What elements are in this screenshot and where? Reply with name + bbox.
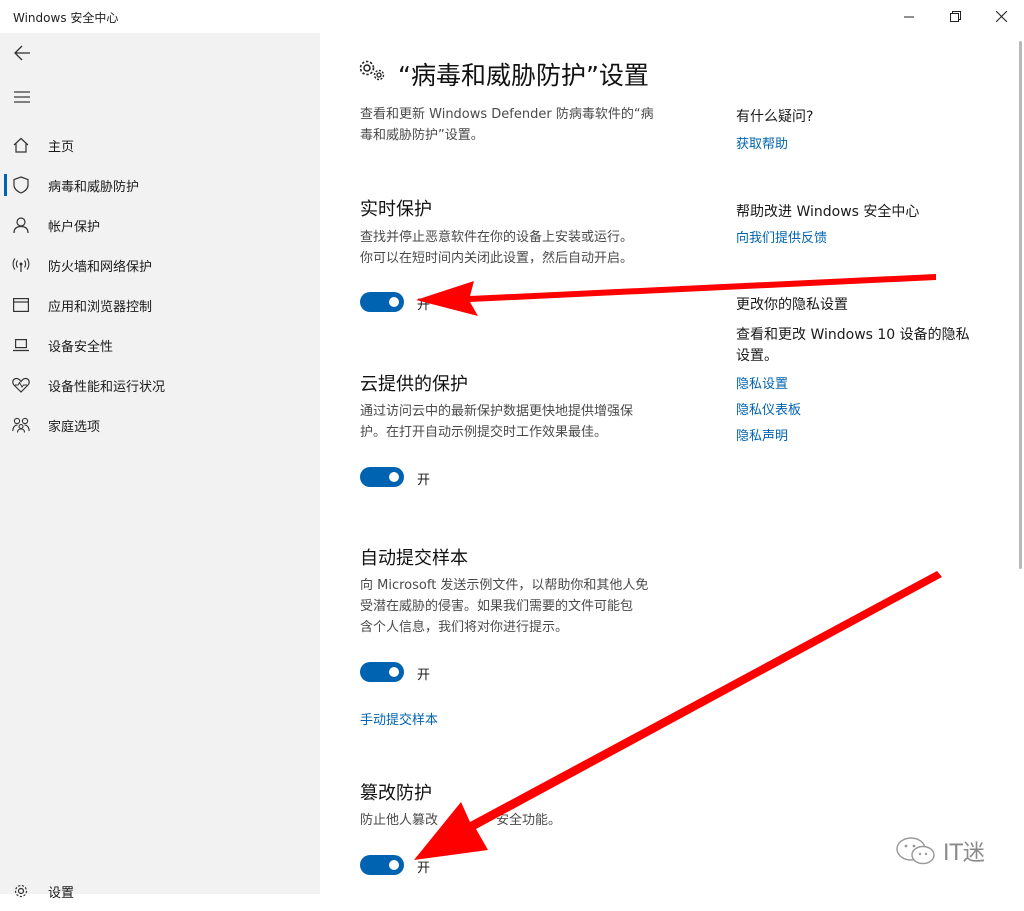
back-button[interactable] — [8, 41, 36, 65]
shield-icon — [12, 176, 30, 194]
sidebar-item-family-options[interactable]: 家庭选项 — [0, 405, 320, 445]
privacy-description: 查看和更改 Windows 10 设备的隐私 设置。 — [736, 325, 970, 367]
sample-submission-description: 向 Microsoft 发送示例文件，以帮助你和其他人免 受潜在威胁的侵害。如果… — [360, 575, 648, 638]
description-text: 安全功能。 — [496, 813, 562, 828]
privacy-statement-link[interactable]: 隐私声明 — [736, 425, 788, 444]
sidebar-item-label: 设备性能和运行状况 — [48, 380, 166, 395]
toggle-state-label: 开 — [417, 473, 431, 488]
tamper-protection-title: 篡改防护 — [360, 783, 432, 804]
sidebar-item-settings[interactable]: 设置 — [0, 871, 320, 911]
heart-icon — [12, 376, 30, 394]
privacy-settings-link[interactable]: 隐私设置 — [736, 373, 788, 392]
wechat-logo-icon — [896, 837, 935, 865]
help-heading: 有什么疑问? — [736, 109, 814, 125]
tamper-protection-description: 防止他人篡改 安全功能。 — [360, 810, 561, 831]
description-line: 含个人信息，我们将对你进行提示。 — [360, 620, 569, 635]
restore-button[interactable] — [932, 0, 978, 33]
description-line: 你可以在短时间内关闭此设置，然后自动开启。 — [360, 251, 634, 266]
scrollbar[interactable] — [1019, 41, 1022, 569]
hamburger-icon — [14, 91, 30, 103]
family-icon — [12, 416, 30, 434]
sidebar: 主页 病毒和威胁防护 帐户保护 防火墙和网络保护 应用和浏览器控制 设备安全性 — [0, 33, 320, 901]
selection-indicator — [4, 174, 7, 196]
realtime-protection-title: 实时保护 — [360, 199, 432, 220]
description-line: 通过访问云中的最新保护数据更快地提供增强保 — [360, 404, 634, 419]
toggle-state-label: 开 — [417, 298, 431, 313]
gears-icon — [359, 60, 385, 81]
toggle-switch[interactable] — [360, 662, 404, 682]
sidebar-item-account-protection[interactable]: 帐户保护 — [0, 205, 320, 245]
person-icon — [12, 216, 30, 234]
restore-icon — [949, 11, 961, 22]
sidebar-item-home[interactable]: 主页 — [0, 125, 320, 165]
description-line: 查看和更改 Windows 10 设备的隐私 — [736, 327, 970, 343]
toggle-switch[interactable] — [360, 292, 404, 312]
cloud-protection-description: 通过访问云中的最新保护数据更快地提供增强保 护。在打开自动示例提交时工作效果最佳… — [360, 401, 633, 443]
sidebar-item-label: 帐户保护 — [48, 220, 101, 235]
wireless-icon — [12, 256, 30, 274]
improve-heading: 帮助改进 Windows 安全中心 — [736, 204, 920, 220]
sidebar-item-label: 设置 — [48, 886, 75, 901]
minimize-button[interactable] — [886, 0, 932, 33]
cloud-protection-title: 云提供的保护 — [360, 374, 468, 395]
sidebar-item-device-performance[interactable]: 设备性能和运行状况 — [0, 365, 320, 405]
intro-line: 毒和威胁防护”设置。 — [360, 128, 484, 143]
description-line: 向 Microsoft 发送示例文件，以帮助你和其他人免 — [360, 578, 649, 593]
toggle-knob — [389, 667, 399, 677]
sidebar-item-label: 家庭选项 — [48, 420, 101, 435]
minimize-icon — [904, 16, 914, 17]
realtime-protection-description: 查找并停止恶意软件在你的设备上安装或运行。 你可以在短时间内关闭此设置，然后自动… — [360, 227, 633, 269]
close-button[interactable] — [978, 0, 1024, 33]
description-text: 防止他人篡改 — [360, 813, 439, 828]
sidebar-item-firewall[interactable]: 防火墙和网络保护 — [0, 245, 320, 285]
watermark-text: IT迷 — [943, 841, 985, 866]
home-icon — [12, 136, 30, 154]
hamburger-menu-button[interactable] — [8, 85, 36, 109]
gear-icon — [12, 882, 30, 900]
toggle-knob — [389, 297, 399, 307]
toggle-state-label: 开 — [417, 668, 431, 683]
main-content: “病毒和威胁防护”设置 查看和更新 Windows Defender 防病毒软件… — [320, 33, 1024, 894]
sidebar-item-label: 防火墙和网络保护 — [48, 260, 153, 275]
app-title: Windows 安全中心 — [13, 11, 119, 25]
sidebar-item-label: 设备安全性 — [48, 340, 114, 355]
intro-line: 查看和更新 Windows Defender 防病毒软件的“病 — [360, 107, 654, 122]
description-line: 查找并停止恶意软件在你的设备上安装或运行。 — [360, 230, 634, 245]
sidebar-item-app-browser-control[interactable]: 应用和浏览器控制 — [0, 285, 320, 325]
sample-submission-title: 自动提交样本 — [360, 548, 468, 569]
sidebar-item-label: 主页 — [48, 140, 75, 155]
page-title: “病毒和威胁防护”设置 — [398, 61, 649, 90]
sidebar-item-virus-protection[interactable]: 病毒和威胁防护 — [0, 165, 320, 205]
toggle-knob — [389, 472, 399, 482]
sidebar-item-label: 病毒和威胁防护 — [48, 180, 140, 195]
privacy-heading: 更改你的隐私设置 — [736, 297, 848, 313]
laptop-icon — [12, 336, 30, 354]
description-line: 受潜在威胁的侵害。如果我们需要的文件可能包 — [360, 599, 634, 614]
privacy-dashboard-link[interactable]: 隐私仪表板 — [736, 399, 801, 418]
toggle-state-label: 开 — [417, 861, 431, 876]
sidebar-item-device-security[interactable]: 设备安全性 — [0, 325, 320, 365]
description-line: 设置。 — [736, 348, 778, 364]
app-window-icon — [12, 296, 30, 314]
manual-submit-sample-link[interactable]: 手动提交样本 — [360, 709, 438, 728]
toggle-switch[interactable] — [360, 467, 404, 487]
feedback-link[interactable]: 向我们提供反馈 — [736, 227, 827, 246]
intro-text: 查看和更新 Windows Defender 防病毒软件的“病 毒和威胁防护”设… — [360, 104, 654, 146]
back-arrow-icon — [14, 45, 30, 61]
wechat-watermark: IT迷 — [895, 835, 985, 867]
toggle-switch[interactable] — [360, 855, 404, 875]
description-line: 护。在打开自动示例提交时工作效果最佳。 — [360, 425, 608, 440]
get-help-link[interactable]: 获取帮助 — [736, 133, 788, 152]
toggle-knob — [389, 860, 399, 870]
title-bar: Windows 安全中心 — [0, 0, 1024, 33]
sidebar-item-label: 应用和浏览器控制 — [48, 300, 153, 315]
close-icon — [995, 11, 1007, 22]
